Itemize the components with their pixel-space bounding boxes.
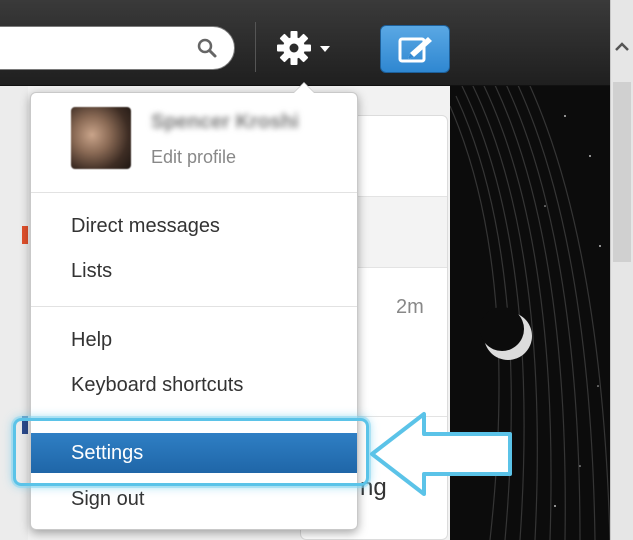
compose-tweet-button[interactable] [380, 25, 450, 73]
menu-item-sign-out[interactable]: Sign out [31, 479, 357, 519]
chevron-up-icon[interactable] [613, 38, 631, 56]
search-input[interactable] [5, 35, 159, 63]
menu-item-help[interactable]: Help [31, 320, 357, 360]
menu-divider [31, 420, 357, 421]
chevron-down-icon [320, 46, 330, 52]
tweet-text-fragment: ng [360, 474, 387, 501]
edit-profile-link[interactable]: Edit profile [151, 147, 236, 168]
gear-icon [277, 31, 311, 65]
dropdown-caret [293, 82, 315, 93]
top-navigation-bar [0, 0, 610, 86]
moon-image [480, 307, 532, 360]
tweet-timestamp[interactable]: 2m [396, 296, 424, 319]
menu-item-lists[interactable]: Lists [31, 251, 357, 291]
menu-item-direct-messages[interactable]: Direct messages [31, 206, 357, 246]
menu-item-keyboard-shortcuts[interactable]: Keyboard shortcuts [31, 365, 357, 405]
compose-tweet-icon [398, 37, 432, 63]
avatar [71, 107, 131, 169]
menu-item-settings[interactable]: Settings [31, 433, 357, 473]
left-column-fragment [22, 416, 28, 434]
menu-profile-link[interactable]: Spencer Kroshi Edit profile [31, 93, 357, 191]
menu-divider [31, 192, 357, 193]
profile-username: Spencer Kroshi [151, 111, 299, 133]
settings-dropdown-menu: Spencer Kroshi Edit profile Direct messa… [30, 82, 358, 530]
settings-menu-button[interactable] [274, 28, 344, 68]
page-scrollbar[interactable] [610, 0, 633, 540]
toolbar-divider [255, 22, 256, 72]
search-icon[interactable] [196, 37, 218, 59]
left-column [0, 86, 28, 540]
search-box [0, 26, 235, 70]
scrollbar-thumb[interactable] [613, 82, 631, 262]
menu-divider [31, 306, 357, 307]
left-column-fragment [22, 226, 28, 244]
profile-background-image [450, 86, 610, 540]
